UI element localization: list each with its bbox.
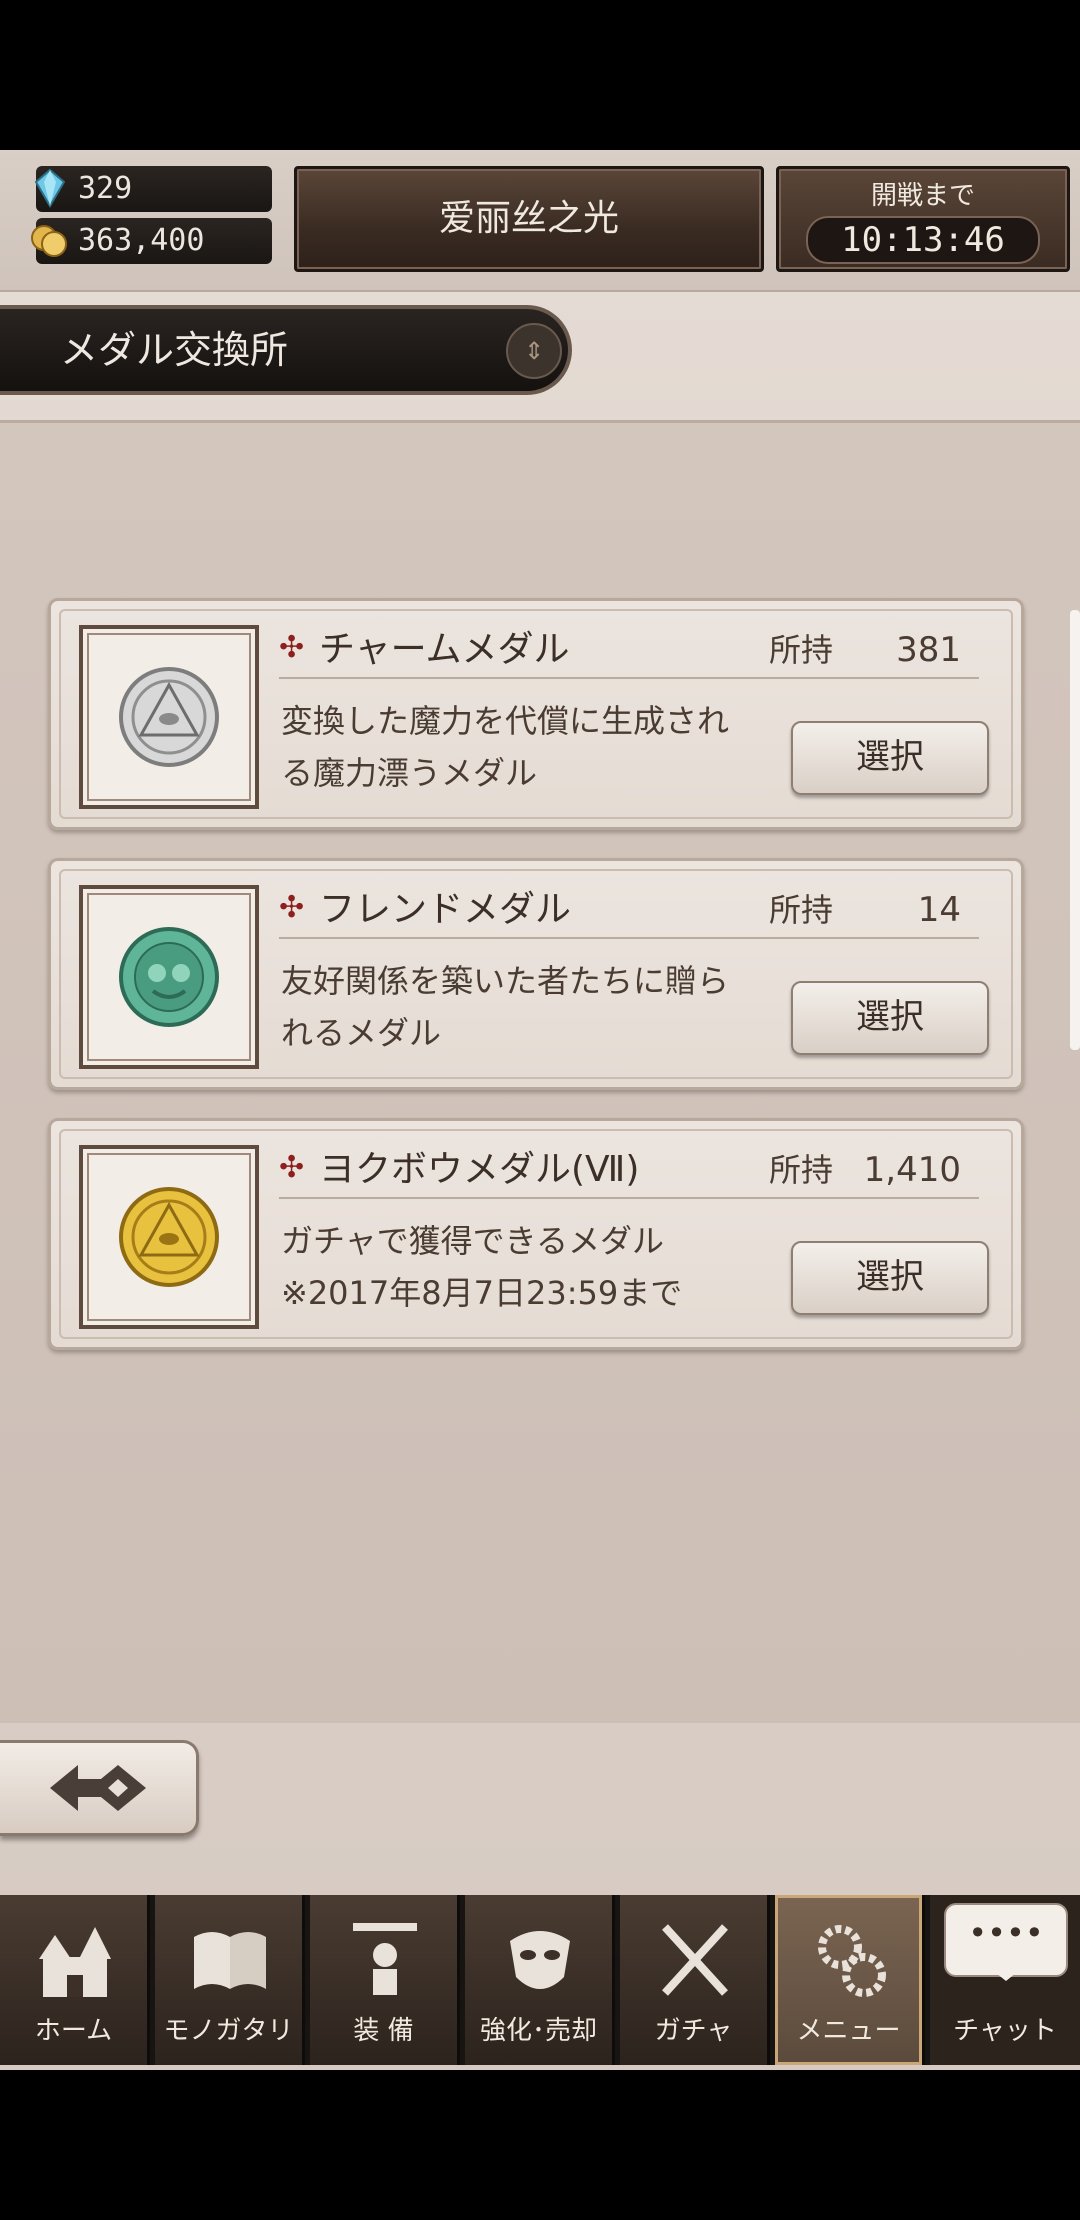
medal-name-row: ✣ フレンドメダル 所持 14 [279, 883, 979, 939]
sort-toggle-icon[interactable]: ⇕ [506, 323, 562, 379]
nav-home[interactable]: ホーム [0, 1895, 150, 2065]
desc-line: ガチャで獲得できるメダル [281, 1222, 665, 1260]
owned-label: 所持 [769, 1151, 834, 1189]
desc-line: ※2017年8月7日23:59まで [281, 1274, 683, 1312]
mask-icon [510, 1931, 570, 1989]
medal-name: フレンドメダル [319, 889, 572, 930]
gem-counter: 329 [34, 166, 272, 212]
cross-icon: ✣ [279, 1150, 305, 1185]
gem-icon [34, 168, 66, 208]
book-icon [194, 1932, 266, 1989]
medal-description: ガチャで獲得できるメダル ※2017年8月7日23:59まで [281, 1215, 761, 1319]
select-button[interactable]: 選択 [791, 721, 989, 795]
desc-line: 変換した魔力を代償に生成され [281, 702, 730, 740]
medal-card-charm: ✣ チャームメダル 所持 381 変換した魔力を代償に生成され る魔力漂うメダル… [48, 598, 1024, 830]
nav-menu-label: メニュー [796, 2016, 901, 2046]
cross-icon: ✣ [279, 890, 305, 925]
battle-timer: 開戦まで 10:13:46 [776, 166, 1070, 272]
bottom-nav: ホーム モノガタリ 装 備 強化･売却 ガチャ メニュー •••• チャット [0, 1895, 1080, 2065]
nav-chat-label: チャット [953, 2016, 1057, 2046]
select-button[interactable]: 選択 [791, 1241, 989, 1315]
coin-count: 363,400 [78, 223, 205, 258]
owned-label: 所持 [769, 631, 834, 669]
medal-card-desire: ✣ ヨクボウメダル(Ⅶ) 所持 1,410 ガチャで獲得できるメダル ※2017… [48, 1118, 1024, 1350]
medal-description: 変換した魔力を代償に生成され る魔力漂うメダル [281, 695, 761, 799]
coin-counter: 363,400 [31, 218, 272, 264]
crossed-swords-icon [662, 1924, 728, 1996]
coin-icon [31, 225, 67, 257]
medal-name: チャームメダル [319, 629, 570, 670]
owned-count: 1,410 [863, 1150, 961, 1190]
desc-line: る魔力漂うメダル [281, 754, 538, 792]
medal-card-friend: ✣ フレンドメダル 所持 14 友好関係を築いた者たちに贈ら れるメダル 選択 [48, 858, 1024, 1090]
game-screen: 329 363,400 爱丽丝之光 開戦まで 10:13:46 メダル交換所 ⇕ [0, 150, 1080, 2070]
desc-line: 友好関係を築いた者たちに贈ら [281, 962, 730, 1000]
nav-story[interactable]: モノガタリ [155, 1895, 305, 2065]
puppet-icon [353, 1923, 417, 1995]
section-title: メダル交換所 [60, 328, 289, 372]
owned-count: 14 [917, 890, 961, 930]
nav-gacha-label: ガチャ [654, 2016, 733, 2046]
chat-bubble-icon: •••• [944, 1903, 1068, 1981]
desc-line: れるメダル [281, 1014, 442, 1052]
medal-description: 友好関係を築いた者たちに贈ら れるメダル [281, 955, 761, 1059]
castle-icon [39, 1927, 111, 1997]
section-tab[interactable]: メダル交換所 ⇕ [0, 305, 572, 395]
select-button[interactable]: 選択 [791, 981, 989, 1055]
nav-story-label: モノガタリ [163, 2016, 294, 2046]
scrollbar[interactable] [1070, 610, 1080, 1050]
charm-medal-icon [117, 665, 221, 769]
owned-label: 所持 [769, 891, 834, 929]
player-name: 爱丽丝之光 [438, 198, 619, 239]
medal-thumbnail [79, 625, 259, 809]
timer-label: 開戦まで [870, 181, 975, 211]
friend-medal-icon [117, 925, 221, 1029]
back-button[interactable] [0, 1740, 199, 1836]
gem-count: 329 [78, 171, 133, 206]
nav-enhance[interactable]: 強化･売却 [465, 1895, 615, 2065]
medal-name: ヨクボウメダル(Ⅶ) [319, 1149, 640, 1190]
player-name-plate[interactable]: 爱丽丝之光 [294, 166, 764, 272]
timer-value: 10:13:46 [806, 216, 1040, 264]
desire-medal-icon [117, 1185, 221, 1289]
nav-chat[interactable]: •••• チャット [930, 1895, 1080, 2065]
medal-name-row: ✣ チャームメダル 所持 381 [279, 623, 979, 679]
cross-icon: ✣ [279, 630, 305, 665]
nav-enhance-label: 強化･売却 [479, 2016, 597, 2046]
owned-count: 381 [896, 630, 961, 670]
nav-home-label: ホーム [34, 2016, 113, 2046]
nav-gacha[interactable]: ガチャ [620, 1895, 770, 2065]
gear-icon [818, 1925, 886, 1997]
nav-menu[interactable]: メニュー [775, 1895, 925, 2065]
back-arrow-icon [50, 1765, 146, 1811]
medal-thumbnail [79, 885, 259, 1069]
medal-name-row: ✣ ヨクボウメダル(Ⅶ) 所持 1,410 [279, 1143, 979, 1199]
header-bar: 329 363,400 爱丽丝之光 開戦まで 10:13:46 [0, 150, 1080, 292]
nav-equip[interactable]: 装 備 [310, 1895, 460, 2065]
nav-equip-label: 装 備 [353, 2016, 414, 2046]
medal-thumbnail [79, 1145, 259, 1329]
